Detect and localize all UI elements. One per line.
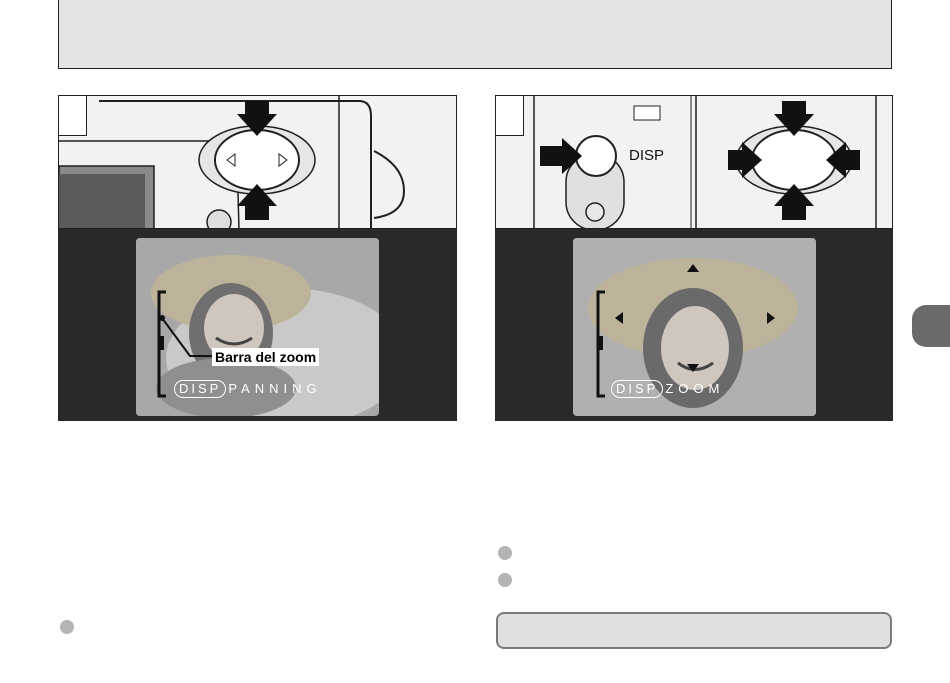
- osd-zoom: DISP ZOOM: [611, 380, 724, 398]
- figure-left-camera: [58, 95, 457, 229]
- bullet-left: [60, 620, 74, 634]
- camera-disp-label: DISP: [629, 147, 665, 164]
- note-box: [496, 612, 892, 649]
- figure-right-camera: DISP: [495, 95, 893, 229]
- step-number-box-right: [496, 96, 524, 136]
- zoom-bar-right: [596, 290, 605, 398]
- osd-panning: DISP PANNING: [174, 380, 322, 398]
- lcd-screen-panning: Barra del zoom DISP PANNING: [136, 238, 379, 416]
- bullet-right-2: [498, 573, 512, 587]
- osd-mode-text-right: ZOOM: [665, 381, 725, 396]
- bullet-right-1: [498, 546, 512, 560]
- camera-back-illustration-right: [533, 96, 877, 228]
- osd-mode-text: PANNING: [228, 381, 322, 396]
- zoom-bar-label: Barra del zoom: [212, 348, 320, 366]
- osd-disp-pill-right: DISP: [611, 380, 664, 398]
- header-bar: [58, 0, 892, 69]
- lcd-screen-zoom: DISP ZOOM: [573, 238, 816, 416]
- chapter-side-tab: [912, 305, 950, 347]
- osd-disp-pill: DISP: [174, 380, 227, 398]
- step-number-box: [59, 96, 87, 136]
- camera-back-illustration: [59, 96, 406, 228]
